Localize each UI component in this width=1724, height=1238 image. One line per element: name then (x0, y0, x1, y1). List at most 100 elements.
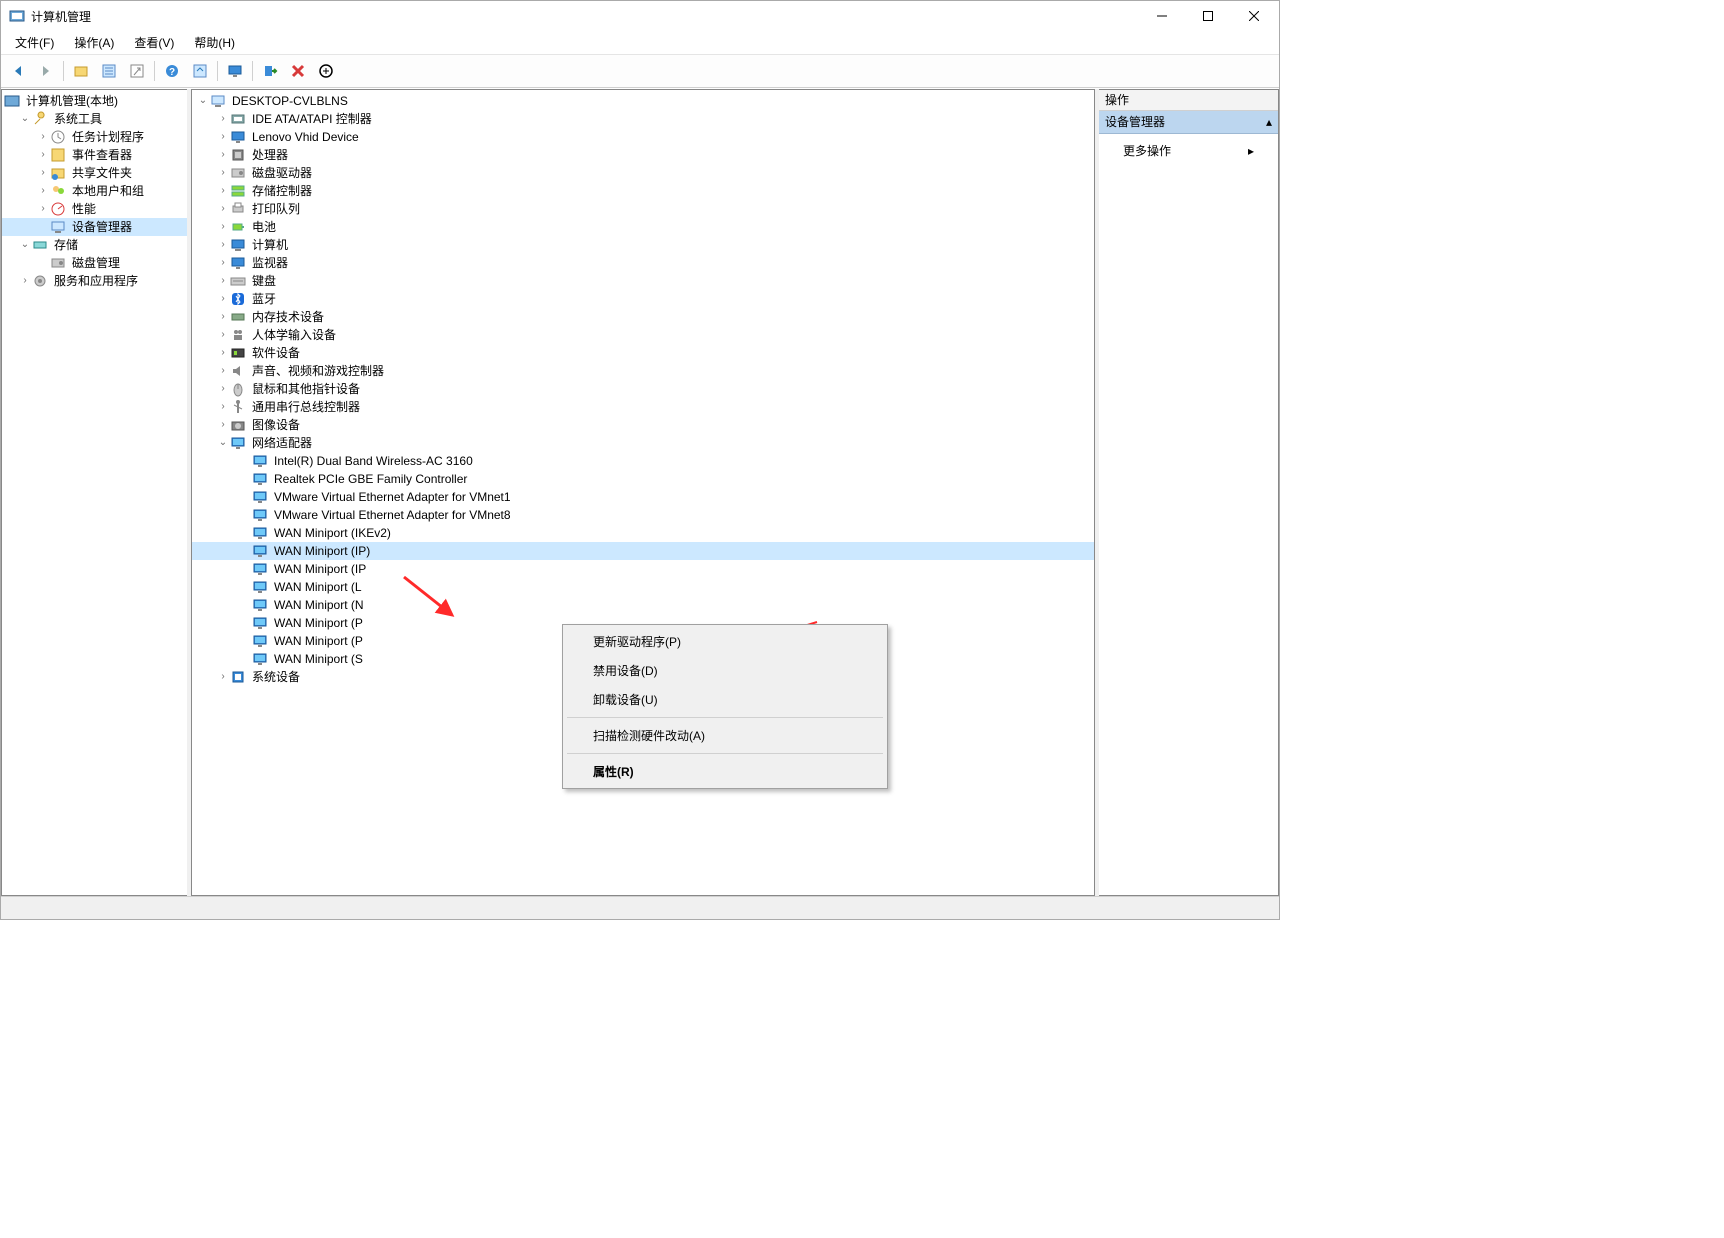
tree-event-viewer[interactable]: ›事件查看器 (2, 146, 187, 164)
device-category[interactable]: ›打印队列 (192, 200, 1094, 218)
toolbar-scan-hardware-button[interactable] (313, 58, 339, 84)
actions-more[interactable]: 更多操作 ▸ (1099, 134, 1278, 167)
toolbar-properties-button[interactable] (96, 58, 122, 84)
expand-icon[interactable]: › (216, 274, 230, 288)
network-adapter-item[interactable]: WAN Miniport (IKEv2) (192, 524, 1094, 542)
expand-icon[interactable]: › (36, 184, 50, 198)
device-category[interactable]: ›声音、视频和游戏控制器 (192, 362, 1094, 380)
close-button[interactable] (1231, 1, 1277, 31)
expand-icon[interactable]: › (36, 148, 50, 162)
device-category[interactable]: ›IDE ATA/ATAPI 控制器 (192, 110, 1094, 128)
context-menu-item[interactable]: 卸载设备(U) (565, 685, 885, 714)
expand-icon[interactable]: › (18, 274, 32, 288)
network-adapter-item[interactable]: WAN Miniport (L (192, 578, 1094, 596)
collapse-icon[interactable]: ⌄ (196, 94, 210, 108)
network-adapter-item[interactable]: WAN Miniport (IP (192, 560, 1094, 578)
expand-icon[interactable]: › (216, 148, 230, 162)
expand-icon[interactable]: › (216, 220, 230, 234)
expand-icon[interactable]: › (216, 238, 230, 252)
device-category[interactable]: ›通用串行总线控制器 (192, 398, 1094, 416)
context-menu-item[interactable]: 禁用设备(D) (565, 656, 885, 685)
toolbar-enable-device-button[interactable] (257, 58, 283, 84)
context-menu-item[interactable]: 更新驱动程序(P) (565, 627, 885, 656)
tree-services-apps[interactable]: ›服务和应用程序 (2, 272, 187, 290)
expand-icon[interactable]: › (216, 292, 230, 306)
expand-icon[interactable]: › (216, 310, 230, 324)
menu-file[interactable]: 文件(F) (5, 32, 64, 53)
expand-icon[interactable]: › (36, 202, 50, 216)
device-category-network[interactable]: ⌄网络适配器 (192, 434, 1094, 452)
network-adapter-item[interactable]: WAN Miniport (IP) (192, 542, 1094, 560)
toolbar-up-button[interactable] (68, 58, 94, 84)
device-category[interactable]: ›存储控制器 (192, 182, 1094, 200)
minimize-button[interactable] (1139, 1, 1185, 31)
toolbar-help-button[interactable]: ? (159, 58, 185, 84)
network-adapter-icon (252, 489, 268, 505)
expand-icon[interactable]: › (216, 364, 230, 378)
toolbar-refresh-button[interactable] (187, 58, 213, 84)
tree-root-computer-management[interactable]: 计算机管理(本地) (2, 92, 187, 110)
device-category[interactable]: ›蓝牙 (192, 290, 1094, 308)
expand-icon[interactable]: › (216, 112, 230, 126)
device-root[interactable]: ⌄DESKTOP-CVLBLNS (192, 92, 1094, 110)
toolbar-export-button[interactable] (124, 58, 150, 84)
expand-icon[interactable]: › (216, 184, 230, 198)
network-adapter-item[interactable]: Intel(R) Dual Band Wireless-AC 3160 (192, 452, 1094, 470)
tree-disk-management[interactable]: ›磁盘管理 (2, 254, 187, 272)
expand-icon[interactable]: › (216, 202, 230, 216)
collapse-icon[interactable]: ⌄ (18, 112, 32, 126)
device-category[interactable]: › 处理器 (192, 146, 1094, 164)
tree-system-tools[interactable]: ⌄ 系统工具 (2, 110, 187, 128)
expand-icon[interactable]: › (216, 256, 230, 270)
device-category[interactable]: ›电池 (192, 218, 1094, 236)
tree-shared-folders[interactable]: ›共享文件夹 (2, 164, 187, 182)
expand-icon[interactable]: › (216, 382, 230, 396)
actions-group[interactable]: 设备管理器 ▴ (1099, 111, 1278, 134)
expand-icon[interactable]: › (216, 418, 230, 432)
device-category[interactable]: ›键盘 (192, 272, 1094, 290)
collapse-icon[interactable]: ⌄ (216, 436, 230, 450)
printer-icon (230, 201, 246, 217)
menu-help[interactable]: 帮助(H) (184, 32, 245, 53)
toolbar-forward-button[interactable] (33, 58, 59, 84)
tree-storage[interactable]: ⌄存储 (2, 236, 187, 254)
expand-icon[interactable]: › (36, 130, 50, 144)
device-category[interactable]: ›内存技术设备 (192, 308, 1094, 326)
device-category[interactable]: ›鼠标和其他指针设备 (192, 380, 1094, 398)
context-menu-item[interactable]: 扫描检测硬件改动(A) (565, 721, 885, 750)
device-category[interactable]: ›软件设备 (192, 344, 1094, 362)
tree-label: 处理器 (250, 146, 290, 164)
network-adapter-item[interactable]: VMware Virtual Ethernet Adapter for VMne… (192, 488, 1094, 506)
device-category[interactable]: ›监视器 (192, 254, 1094, 272)
context-menu-item[interactable]: 属性(R) (565, 757, 885, 786)
tree-label: Intel(R) Dual Band Wireless-AC 3160 (272, 452, 475, 470)
network-adapter-item[interactable]: WAN Miniport (N (192, 596, 1094, 614)
menu-action[interactable]: 操作(A) (64, 32, 124, 53)
maximize-button[interactable] (1185, 1, 1231, 31)
expand-icon[interactable]: › (36, 166, 50, 180)
tree-device-manager[interactable]: ›设备管理器 (2, 218, 187, 236)
device-category[interactable]: ›计算机 (192, 236, 1094, 254)
network-adapter-icon (252, 525, 268, 541)
network-adapter-item[interactable]: Realtek PCIe GBE Family Controller (192, 470, 1094, 488)
toolbar-separator (154, 61, 155, 81)
expand-icon[interactable]: › (216, 670, 230, 684)
tree-local-users[interactable]: ›本地用户和组 (2, 182, 187, 200)
toolbar-monitor-button[interactable] (222, 58, 248, 84)
collapse-icon[interactable]: ⌄ (18, 238, 32, 252)
expand-icon[interactable]: › (216, 166, 230, 180)
tree-task-scheduler[interactable]: ›任务计划程序 (2, 128, 187, 146)
expand-icon[interactable]: › (216, 328, 230, 342)
device-category[interactable]: ›人体学输入设备 (192, 326, 1094, 344)
device-category[interactable]: ›图像设备 (192, 416, 1094, 434)
device-category[interactable]: ›磁盘驱动器 (192, 164, 1094, 182)
network-adapter-item[interactable]: VMware Virtual Ethernet Adapter for VMne… (192, 506, 1094, 524)
toolbar-back-button[interactable] (5, 58, 31, 84)
expand-icon[interactable]: › (216, 400, 230, 414)
device-category[interactable]: ›Lenovo Vhid Device (192, 128, 1094, 146)
tree-performance[interactable]: ›性能 (2, 200, 187, 218)
expand-icon[interactable]: › (216, 130, 230, 144)
menu-view[interactable]: 查看(V) (124, 32, 184, 53)
expand-icon[interactable]: › (216, 346, 230, 360)
toolbar-disable-device-button[interactable] (285, 58, 311, 84)
